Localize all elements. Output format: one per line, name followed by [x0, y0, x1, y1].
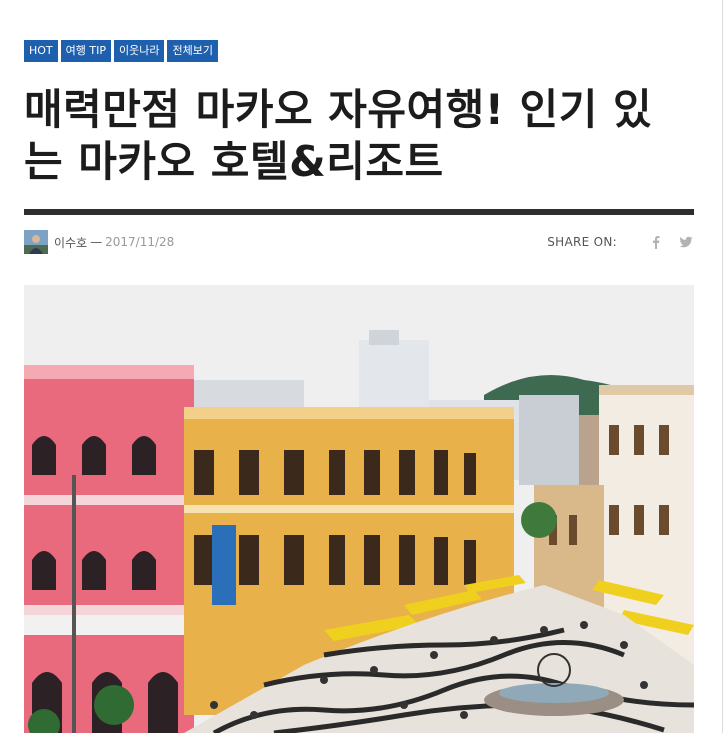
tag-hot[interactable]: HOT	[24, 40, 58, 62]
meta-separator: —	[90, 235, 103, 249]
share-label: SHARE ON:	[547, 235, 617, 249]
article-title-line1: 매력만점 마카오 자유여행! 인기 있	[24, 85, 653, 134]
facebook-icon[interactable]	[649, 235, 663, 249]
category-tags: HOT 여행 TIP 이웃나라 전체보기	[24, 40, 218, 62]
twitter-icon[interactable]	[679, 235, 693, 249]
page-edge-divider	[722, 0, 723, 733]
share-bar: SHARE ON:	[547, 229, 693, 255]
tag-neighbor-country[interactable]: 이웃나라	[114, 40, 165, 62]
author-name[interactable]: 이수호	[54, 234, 87, 251]
article-meta: 이수호 — 2017/11/28	[24, 229, 174, 255]
tag-travel-tip[interactable]: 여행 TIP	[60, 40, 111, 62]
article-title-line2: 는 마카오 호텔&리조트	[24, 137, 444, 186]
tag-view-all[interactable]: 전체보기	[167, 40, 218, 62]
author-avatar[interactable]	[24, 230, 48, 254]
article-hero-image	[24, 285, 694, 733]
article-title: 매력만점 마카오 자유여행! 인기 있 는 마카오 호텔&리조트	[24, 84, 694, 188]
publish-date: 2017/11/28	[105, 235, 175, 249]
title-divider	[24, 209, 694, 215]
